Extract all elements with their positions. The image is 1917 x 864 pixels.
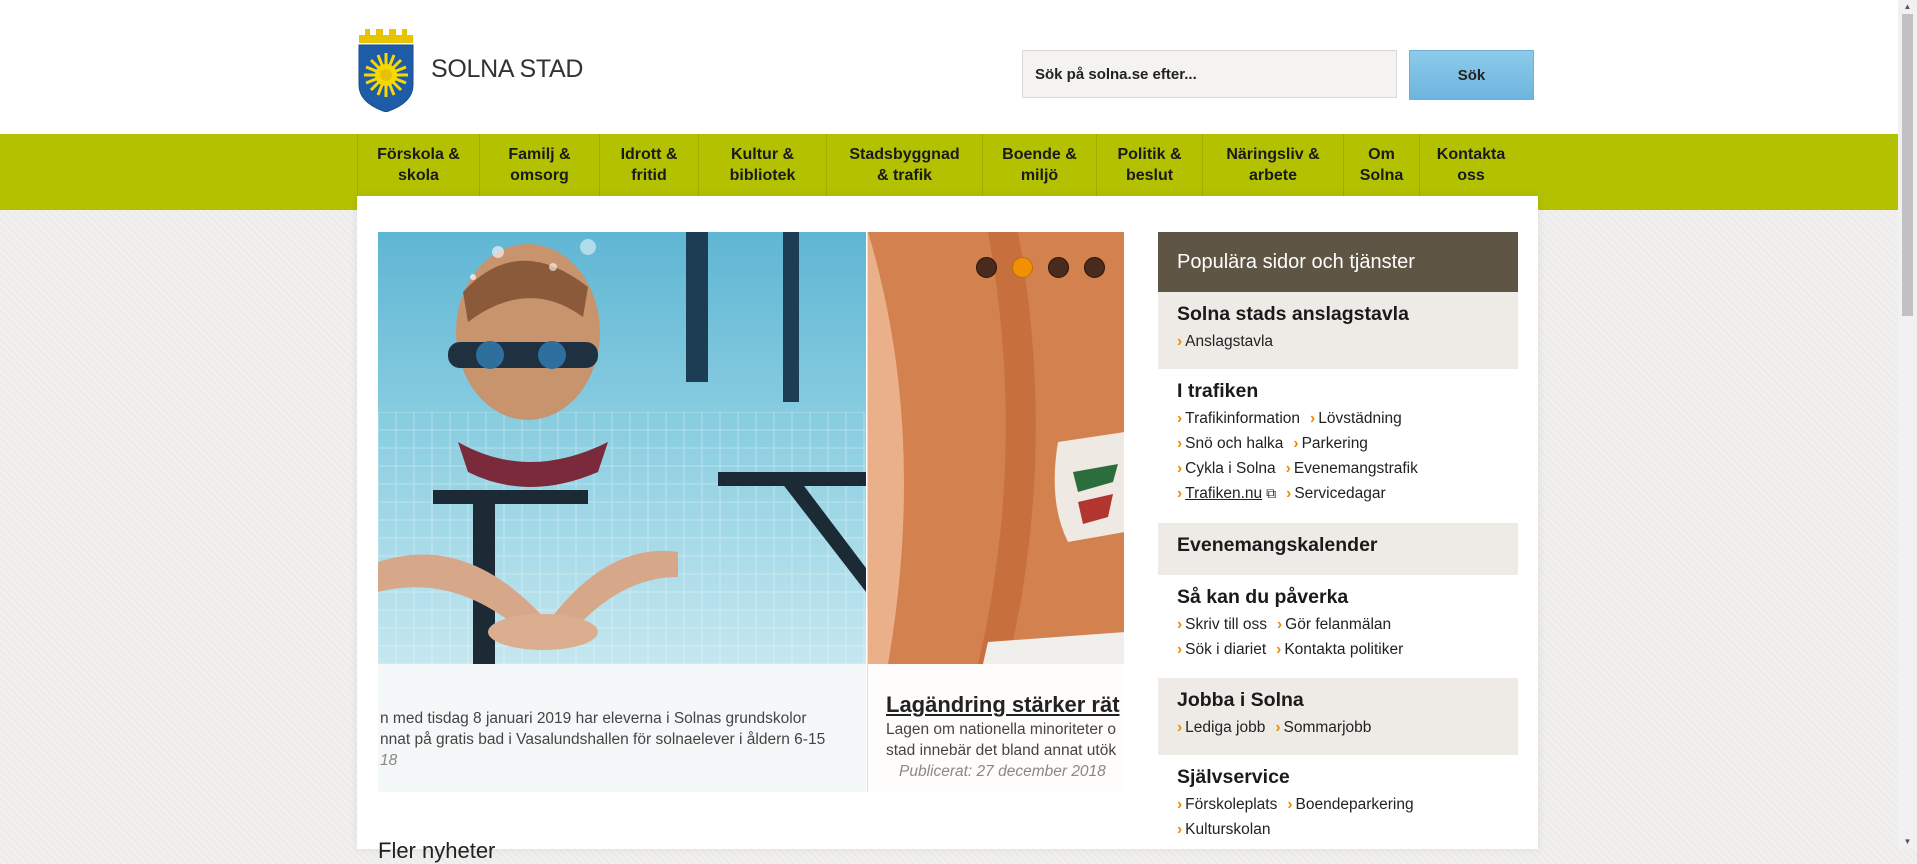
link-anslagstavla[interactable]: Anslagstavla [1177, 329, 1273, 354]
news-summary-line: nnat på gratis bad i Vasalundshallen för… [380, 731, 826, 748]
link-gor-felanmalan[interactable]: Gör felanmälan [1277, 612, 1391, 637]
link-kontakta-politiker[interactable]: Kontakta politiker [1276, 637, 1403, 662]
link-lediga-jobb[interactable]: Lediga jobb [1177, 715, 1265, 740]
nav-item-kontakta-oss[interactable]: Kontakta oss [1419, 134, 1522, 196]
nav-item-naringsliv-arbete[interactable]: Näringsliv & arbete [1202, 134, 1343, 196]
news-caption-swimming: n med tisdag 8 januari 2019 har eleverna… [378, 664, 866, 792]
section-sa-kan-du-paverka: Så kan du påverka Skriv till oss Gör fela… [1158, 575, 1518, 678]
link-sok-i-diariet[interactable]: Sök i diariet [1177, 637, 1266, 662]
nav-item-familj-omsorg[interactable]: Familj & omsorg [479, 134, 599, 196]
news-summary-line: n med tisdag 8 januari 2019 har eleverna… [380, 710, 807, 727]
nav-item-stadsbyggnad-trafik[interactable]: Stadsbyggnad & trafik [826, 134, 982, 196]
swimmer-photo [378, 232, 866, 664]
slider-dot-1[interactable] [976, 257, 997, 278]
main-navigation: Förskola & skola Familj & omsorg Idrott … [357, 134, 1522, 196]
link-forskoleplats[interactable]: Förskoleplats [1177, 792, 1277, 817]
search-input[interactable] [1022, 50, 1397, 98]
section-title[interactable]: Evenemangskalender [1177, 533, 1499, 557]
external-link-icon: ⧉ [1266, 485, 1277, 501]
nav-item-om-solna[interactable]: Om Solna [1343, 134, 1419, 196]
popular-pages-panel: Populära sidor och tjänster Solna stads … [1158, 232, 1518, 849]
book-photo [868, 232, 1124, 664]
link-lovstadning[interactable]: Lövstädning [1310, 406, 1402, 431]
link-trafikinformation[interactable]: Trafikinformation [1177, 406, 1300, 431]
news-slide-swimming[interactable]: n med tisdag 8 januari 2019 har eleverna… [378, 232, 866, 792]
section-title[interactable]: I trafiken [1177, 379, 1499, 403]
section-title[interactable]: Jobba i Solna [1177, 688, 1499, 712]
slider-dot-2[interactable] [1012, 257, 1033, 278]
news-date: Publicerat: 27 december 2018 [899, 763, 1106, 780]
more-news-heading: Fler nyheter [378, 838, 496, 863]
link-evenemangstrafik[interactable]: Evenemangstrafik [1286, 456, 1418, 481]
page-scrollbar[interactable]: ▲ ▼ [1898, 0, 1917, 849]
nav-item-idrott-fritid[interactable]: Idrott & fritid [599, 134, 698, 196]
link-trafiken-nu[interactable]: Trafiken.nu⧉ [1177, 481, 1276, 506]
section-anslagstavla: Solna stads anslagstavla Anslagstavla [1158, 292, 1518, 369]
popular-pages-header: Populära sidor och tjänster [1158, 232, 1518, 292]
section-i-trafiken: I trafiken TrafikinformationLövstädning … [1158, 369, 1518, 523]
section-evenemangskalender: Evenemangskalender [1158, 523, 1518, 575]
news-caption-minority-law: Lagändring stärker rät Lagen om nationel… [868, 664, 1124, 792]
link-sommarjobb[interactable]: Sommarjobb [1275, 715, 1372, 740]
section-title[interactable]: Självservice [1177, 765, 1499, 789]
solna-coat-of-arms-logo[interactable] [357, 29, 415, 112]
slider-dot-3[interactable] [1048, 257, 1069, 278]
section-sjalvservice: Självservice Förskoleplats Boendeparkerin… [1158, 755, 1518, 849]
scrollbar-thumb[interactable] [1902, 14, 1913, 316]
link-servicedagar[interactable]: Servicedagar [1286, 481, 1385, 506]
scroll-down-arrow-icon[interactable]: ▼ [1898, 835, 1917, 849]
link-skriv-till-oss[interactable]: Skriv till oss [1177, 612, 1267, 637]
section-jobba-i-solna: Jobba i Solna Lediga jobb Sommarjobb [1158, 678, 1518, 755]
link-parkering[interactable]: Parkering [1293, 431, 1368, 456]
news-slide-minority-law[interactable]: Lagändring stärker rät Lagen om nationel… [867, 232, 1124, 792]
nav-item-politik-beslut[interactable]: Politik & beslut [1096, 134, 1202, 196]
link-sno-och-halka[interactable]: Snö och halka [1177, 431, 1283, 456]
section-title[interactable]: Solna stads anslagstavla [1177, 302, 1499, 326]
news-date: 18 [380, 752, 398, 769]
nav-item-boende-miljo[interactable]: Boende & miljö [982, 134, 1096, 196]
site-header: SOLNA STAD Sök [0, 0, 1898, 134]
link-boendeparkering[interactable]: Boendeparkering [1287, 792, 1414, 817]
nav-item-forskola-skola[interactable]: Förskola & skola [357, 134, 479, 196]
search-button[interactable]: Sök [1409, 50, 1534, 100]
news-summary-line: stad innebär det bland annat utök [886, 742, 1117, 759]
slider-dot-4[interactable] [1084, 257, 1105, 278]
section-title[interactable]: Så kan du påverka [1177, 585, 1499, 609]
link-kulturskolan[interactable]: Kulturskolan [1177, 817, 1270, 842]
scroll-up-arrow-icon[interactable]: ▲ [1898, 0, 1917, 14]
news-title-link[interactable]: Lagändring stärker rät [886, 692, 1120, 718]
news-summary-line: Lagen om nationella minoriteter o [886, 721, 1117, 738]
link-cykla-i-solna[interactable]: Cykla i Solna [1177, 456, 1275, 481]
site-name[interactable]: SOLNA STAD [431, 55, 583, 84]
news-slider: n med tisdag 8 januari 2019 har eleverna… [378, 232, 1124, 792]
nav-item-kultur-bibliotek[interactable]: Kultur & bibliotek [698, 134, 826, 196]
slider-pagination [976, 257, 1105, 278]
